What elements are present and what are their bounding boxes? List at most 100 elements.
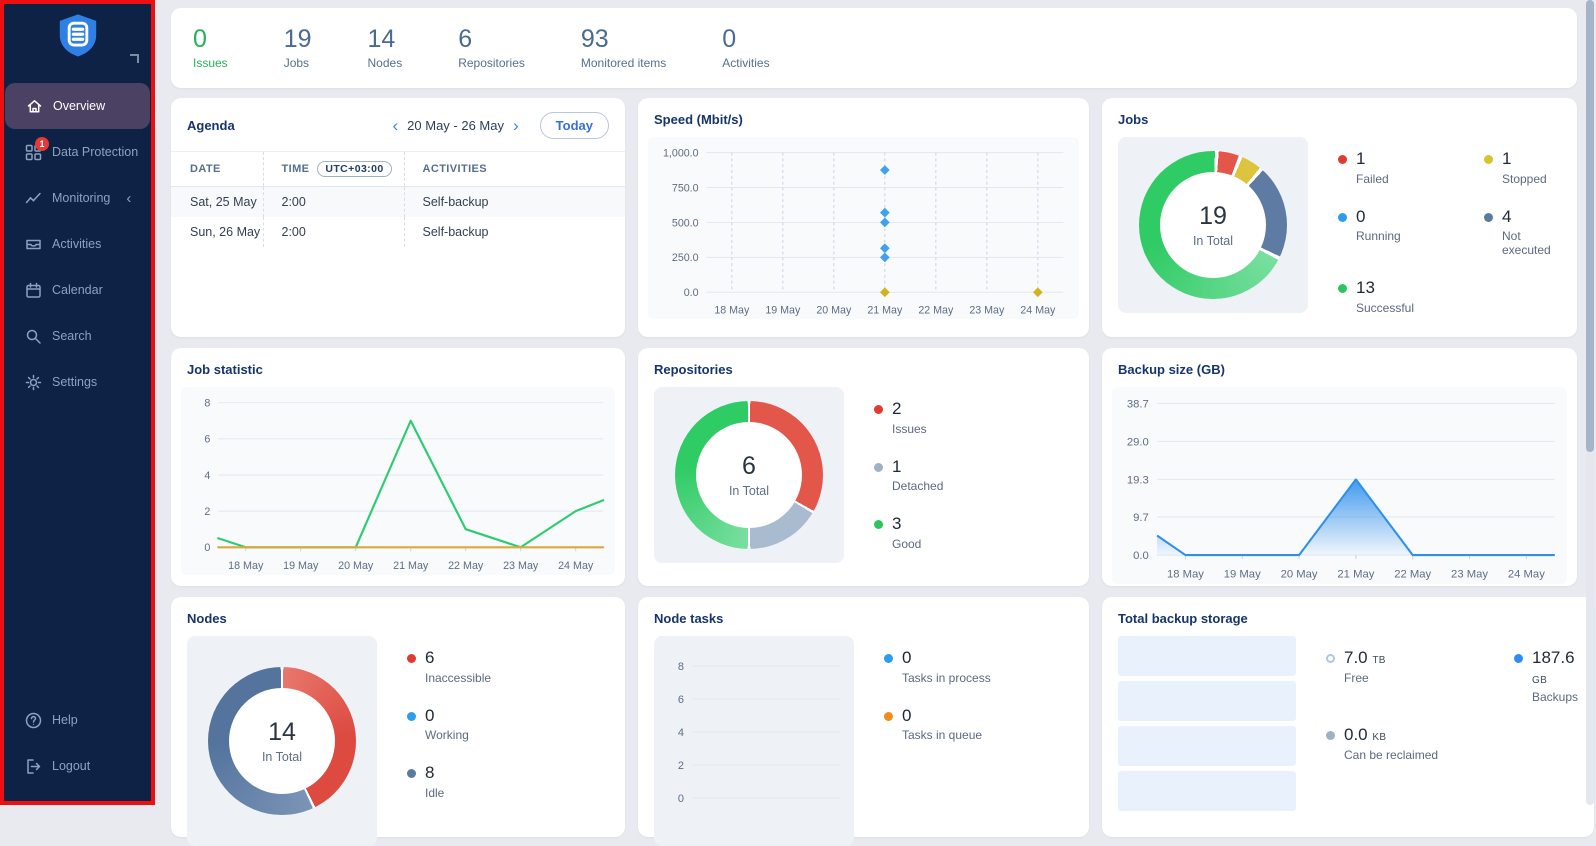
svg-text:8: 8 (678, 661, 684, 673)
stat-issues[interactable]: 0 Issues (193, 26, 228, 71)
stat-monitored-items[interactable]: 93 Monitored items (581, 26, 666, 71)
svg-text:6: 6 (204, 434, 210, 446)
sidebar-item-label: Monitoring (52, 191, 110, 205)
svg-text:21 May: 21 May (393, 560, 429, 572)
node-tasks-card: Node tasks 02468 0Tasks in process 0Task… (638, 597, 1089, 837)
speed-title: Speed (Mbit/s) (654, 112, 1073, 127)
svg-text:9.7: 9.7 (1133, 512, 1149, 524)
nodes-card: Nodes 14 In Total 6Inaccessible (171, 597, 625, 837)
timezone-pill: UTC+03:00 (317, 161, 391, 177)
can-be-reclaimed-dot-icon (1326, 731, 1335, 740)
job-statistic-title: Job statistic (187, 362, 609, 377)
sidebar-item-label: Activities (52, 237, 101, 251)
svg-text:22 May: 22 May (1394, 569, 1431, 581)
nodes-total-label: In Total (262, 750, 302, 764)
stat-activities[interactable]: 0 Activities (722, 26, 769, 71)
sidebar-item-calendar[interactable]: Calendar (4, 267, 151, 313)
next-week-button[interactable]: › (513, 117, 519, 134)
legend-item-idle: 8Idle (407, 763, 491, 800)
svg-text:23 May: 23 May (503, 560, 539, 572)
jobs-donut-chart: 19 In Total (1139, 151, 1287, 299)
stat-label: Monitored items (581, 56, 666, 70)
legend-item-inaccessible: 6Inaccessible (407, 648, 491, 685)
sidebar-item-label: Calendar (52, 283, 103, 297)
svg-text:18 May: 18 May (228, 560, 264, 572)
sidebar-bottom: Help Logout (4, 697, 151, 789)
svg-text:4: 4 (204, 470, 210, 482)
svg-text:0.0: 0.0 (1133, 550, 1149, 562)
today-button[interactable]: Today (540, 112, 609, 139)
sidebar-item-logout[interactable]: Logout (4, 743, 151, 789)
calendar-icon (24, 281, 42, 299)
stat-jobs[interactable]: 19 Jobs (284, 26, 312, 71)
stat-repositories[interactable]: 6 Repositories (458, 26, 525, 71)
stats-bar: 0 Issues 19 Jobs 14 Nodes 6 Repositories… (171, 8, 1577, 88)
svg-text:20 May: 20 May (816, 305, 852, 317)
storage-bar (1118, 726, 1296, 766)
svg-text:23 May: 23 May (1451, 569, 1488, 581)
detached-dot-icon (874, 463, 883, 472)
agenda-range: 20 May - 26 May (407, 118, 504, 133)
legend-item-successful: 13Successful (1338, 278, 1456, 315)
free-dot-icon (1326, 654, 1335, 663)
stat-nodes[interactable]: 14 Nodes (368, 26, 403, 71)
sidebar-collapse-icon[interactable] (130, 54, 139, 63)
repositories-donut-panel: 6 In Total (654, 387, 844, 563)
nodes-total: 14 (268, 718, 296, 747)
prev-week-button[interactable]: ‹ (393, 117, 399, 134)
repositories-donut-chart: 6 In Total (675, 401, 823, 549)
not-executed-dot-icon (1484, 213, 1493, 222)
nodes-legend: 6Inaccessible 0Working 8Idle (407, 636, 491, 846)
sidebar-item-data-protection[interactable]: 1 Data Protection (4, 129, 151, 175)
svg-text:18 May: 18 May (1167, 569, 1204, 581)
main-content: 0 Issues 19 Jobs 14 Nodes 6 Repositories… (155, 0, 1596, 805)
stat-label: Jobs (284, 56, 312, 70)
sidebar-item-label: Overview (53, 99, 105, 113)
backup-size-title: Backup size (GB) (1118, 362, 1561, 377)
svg-text:500.0: 500.0 (672, 217, 699, 229)
stat-label: Repositories (458, 56, 525, 70)
sidebar-item-label: Logout (52, 759, 90, 773)
svg-text:250.0: 250.0 (672, 252, 699, 264)
svg-text:23 May: 23 May (969, 305, 1005, 317)
sidebar-item-help[interactable]: Help (4, 697, 151, 743)
svg-text:6: 6 (678, 694, 684, 706)
legend-item-stopped: 1Stopped (1484, 149, 1561, 186)
sidebar-item-activities[interactable]: Activities (4, 221, 151, 267)
agenda-row: Sun, 26 May 2:00 Self-backup (171, 217, 625, 247)
nodes-donut-panel: 14 In Total (187, 636, 377, 846)
inbox-icon (24, 235, 42, 253)
stat-label: Issues (193, 56, 228, 70)
repositories-total: 6 (742, 452, 756, 481)
stat-label: Activities (722, 56, 769, 70)
scrollbar-thumb[interactable] (1586, 0, 1594, 452)
svg-text:19 May: 19 May (765, 305, 801, 317)
good-dot-icon (874, 520, 883, 529)
svg-text:38.7: 38.7 (1127, 398, 1149, 410)
vertical-scrollbar (1586, 0, 1594, 805)
svg-text:1,000.0: 1,000.0 (663, 147, 699, 159)
svg-text:0.0: 0.0 (684, 287, 699, 299)
chevron-left-icon[interactable]: ‹ (126, 190, 131, 207)
jobs-card: Jobs 19 In Total 1Failed (1102, 98, 1577, 337)
jobs-total-label: In Total (1193, 234, 1233, 248)
agenda-time: 2:00 (263, 187, 404, 218)
job-statistic-chart: 0246818 May19 May20 May21 May22 May23 Ma… (181, 387, 615, 575)
sidebar-item-label: Search (52, 329, 92, 343)
sidebar-item-monitoring[interactable]: Monitoring ‹ (4, 175, 151, 221)
speed-card: Speed (Mbit/s) 0.0 250.0 500.0 750.0 1,000.0… (638, 98, 1089, 337)
job-statistic-card: Job statistic 0246818 May19 May20 May21 … (171, 348, 625, 586)
column-header-time: TIMEUTC+03:00 (263, 152, 404, 187)
stat-label: Nodes (368, 56, 403, 70)
sidebar-item-settings[interactable]: Settings (4, 359, 151, 405)
failed-dot-icon (1338, 155, 1347, 164)
jobs-total: 19 (1199, 202, 1227, 231)
svg-text:20 May: 20 May (338, 560, 374, 572)
svg-text:750.0: 750.0 (672, 182, 699, 194)
jobs-title: Jobs (1118, 112, 1561, 127)
sidebar-item-search[interactable]: Search (4, 313, 151, 359)
sidebar-item-overview[interactable]: Overview (5, 83, 150, 129)
stopped-dot-icon (1484, 155, 1493, 164)
logout-icon (24, 757, 42, 775)
tasks-in-process-dot-icon (884, 654, 893, 663)
